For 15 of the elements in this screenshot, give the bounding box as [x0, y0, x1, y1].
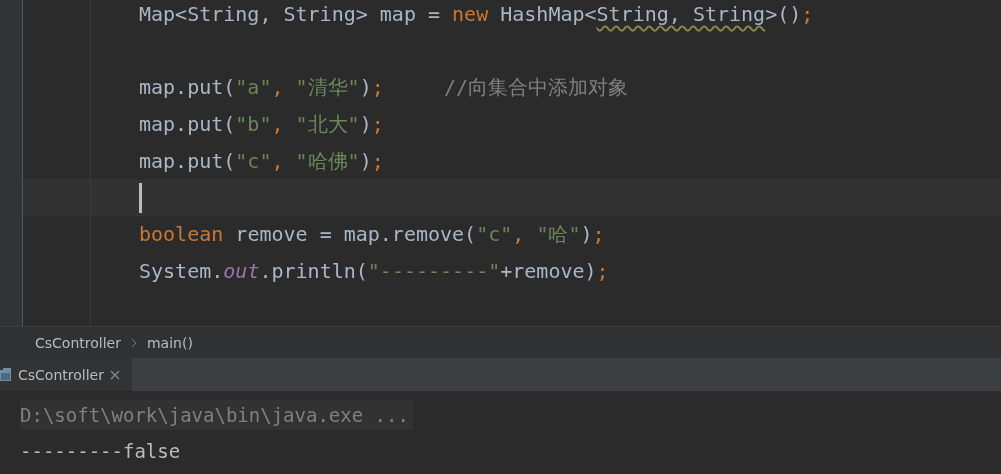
- breadcrumb-item[interactable]: CsController: [35, 334, 121, 351]
- close-icon[interactable]: [109, 369, 120, 380]
- window-icon: [0, 366, 12, 383]
- code-line: boolean remove = map.remove("c", "哈");: [139, 220, 605, 248]
- tab-label: CsController: [18, 366, 104, 383]
- code-line: map.put("c", "哈佛");: [139, 147, 384, 175]
- code-line: Map<String, String> map = new HashMap<String, String>();: [139, 2, 814, 27]
- breadcrumb-item[interactable]: main(): [146, 334, 193, 351]
- code-line: map.put("a", "清华"); //向集合中添加对象: [139, 74, 629, 102]
- chevron-right-icon: [130, 337, 137, 348]
- code-line: System.out.println("---------"+remove);: [139, 259, 609, 284]
- console-line: ---------false: [20, 439, 182, 464]
- run-tab[interactable]: CsController: [0, 358, 132, 391]
- text-cursor: [139, 182, 142, 213]
- code-line: map.put("b", "北大");: [139, 110, 384, 138]
